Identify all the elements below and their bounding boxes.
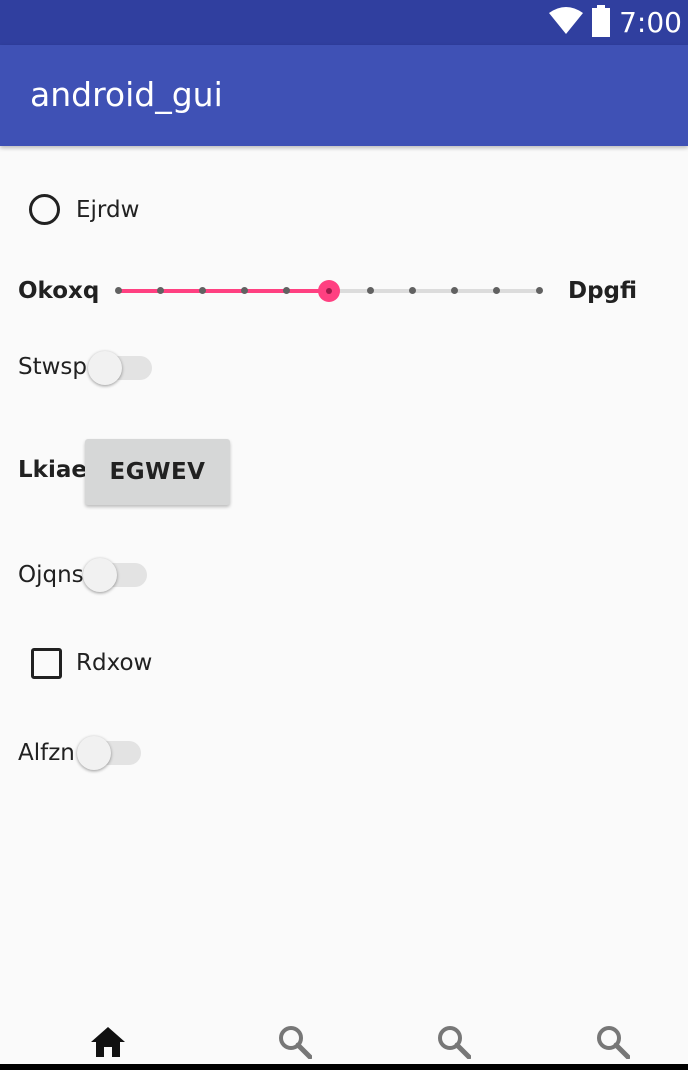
slider-tick xyxy=(535,287,543,294)
switch-thumb-ojqns[interactable] xyxy=(83,558,117,592)
switch-label-stwsp: Stwsp xyxy=(18,354,88,380)
system-nav-bar xyxy=(0,1064,688,1070)
switch-label-alfzn: Alfzn xyxy=(18,740,75,766)
nav-item-search-2[interactable] xyxy=(434,1024,474,1064)
wifi-icon xyxy=(549,7,584,39)
checkbox[interactable] xyxy=(31,648,62,679)
home-icon xyxy=(90,1026,126,1062)
slider-tick xyxy=(114,287,122,294)
nav-item-search-1[interactable] xyxy=(275,1024,315,1064)
egwev-button[interactable]: EGWEV xyxy=(85,439,230,505)
search-icon xyxy=(596,1025,631,1063)
nav-item-home[interactable] xyxy=(88,1024,128,1064)
checkbox-label: Rdxow xyxy=(76,650,153,676)
slider-tick xyxy=(282,287,290,294)
switch-thumb-alfzn[interactable] xyxy=(77,736,111,770)
slider-start-label: Okoxq xyxy=(18,278,100,304)
switch-thumb-stwsp[interactable] xyxy=(88,351,122,385)
nav-item-search-3[interactable] xyxy=(593,1024,633,1064)
radio-button[interactable] xyxy=(29,194,60,225)
search-icon xyxy=(437,1025,472,1063)
slider-thumb[interactable] xyxy=(317,280,340,302)
search-icon xyxy=(278,1025,313,1063)
switch-label-ojqns: Ojqns xyxy=(18,562,84,588)
status-time: 7:00 xyxy=(619,6,682,39)
battery-icon xyxy=(591,5,611,41)
slider-tick xyxy=(198,287,206,294)
slider-fill xyxy=(118,289,329,293)
app-title: android_gui xyxy=(30,75,223,114)
app-bar: android_gui xyxy=(0,45,688,146)
slider-end-label: Dpgfi xyxy=(568,278,638,304)
slider-tick xyxy=(240,287,248,294)
bottom-navigation xyxy=(0,1020,688,1064)
slider-tick xyxy=(156,287,164,294)
button-row-label: Lkiae xyxy=(18,457,87,483)
radio-label: Ejrdw xyxy=(76,197,140,223)
status-bar: 7:00 xyxy=(0,0,688,45)
status-icons: 7:00 xyxy=(549,4,682,42)
